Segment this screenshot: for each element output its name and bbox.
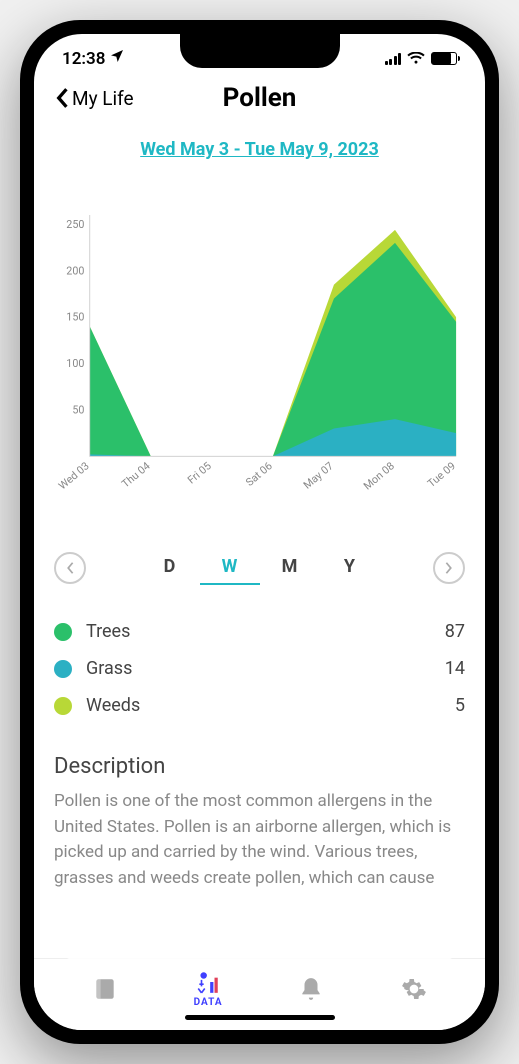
location-icon xyxy=(109,48,125,69)
prev-period-button[interactable] xyxy=(54,552,86,584)
svg-text:Thu 04: Thu 04 xyxy=(119,459,153,490)
status-time: 12:38 xyxy=(62,49,105,69)
legend-value: 14 xyxy=(445,658,465,679)
legend-dot xyxy=(54,623,72,641)
pollen-chart: 50 100 150 200 250 Wed 03 Thu 04 Fri 05 Sat 06 Ma… xyxy=(54,188,465,528)
book-icon xyxy=(92,976,118,1002)
svg-text:Fri 05: Fri 05 xyxy=(185,459,214,486)
home-indicator[interactable] xyxy=(185,1015,335,1020)
svg-text:200: 200 xyxy=(66,264,84,277)
gear-icon xyxy=(401,976,427,1002)
legend-label: Weeds xyxy=(86,695,455,716)
description-heading: Description xyxy=(54,754,465,779)
date-range-link[interactable]: Wed May 3 - Tue May 9, 2023 xyxy=(54,139,465,160)
legend-dot xyxy=(54,697,72,715)
tab-data[interactable]: DATA xyxy=(178,969,238,1008)
tab-data-label: DATA xyxy=(194,997,223,1008)
next-period-button[interactable] xyxy=(433,552,465,584)
wifi-icon xyxy=(407,52,425,65)
svg-text:150: 150 xyxy=(66,311,84,324)
svg-text:250: 250 xyxy=(66,218,84,231)
svg-text:Sat 06: Sat 06 xyxy=(243,459,275,489)
page-title: Pollen xyxy=(223,83,297,113)
period-tab-d[interactable]: D xyxy=(140,550,200,585)
cellular-icon xyxy=(385,53,402,65)
legend-label: Trees xyxy=(86,621,445,642)
legend-dot xyxy=(54,660,72,678)
period-tab-y[interactable]: Y xyxy=(320,550,380,585)
svg-text:Mon 08: Mon 08 xyxy=(361,459,397,492)
period-tab-w[interactable]: W xyxy=(200,550,260,585)
description-text: Pollen is one of the most common allerge… xyxy=(54,789,465,891)
back-label: My Life xyxy=(72,87,134,110)
legend-label: Grass xyxy=(86,658,445,679)
svg-text:May 07: May 07 xyxy=(301,459,336,491)
legend-value: 5 xyxy=(455,695,465,716)
data-icon xyxy=(195,969,221,995)
svg-text:50: 50 xyxy=(72,403,84,416)
tab-settings[interactable] xyxy=(384,976,444,1002)
back-button[interactable]: My Life xyxy=(54,87,134,110)
legend-row: Weeds5 xyxy=(54,687,465,724)
svg-text:Tue 09: Tue 09 xyxy=(425,459,458,490)
legend: Trees87Grass14Weeds5 xyxy=(54,613,465,724)
legend-row: Grass14 xyxy=(54,650,465,687)
tab-journal[interactable] xyxy=(75,976,135,1002)
svg-text:Wed 03: Wed 03 xyxy=(56,459,92,492)
bell-icon xyxy=(298,976,324,1002)
legend-row: Trees87 xyxy=(54,613,465,650)
legend-value: 87 xyxy=(445,621,465,642)
svg-text:100: 100 xyxy=(66,357,84,370)
battery-icon xyxy=(431,52,457,65)
period-tab-m[interactable]: M xyxy=(260,550,320,585)
tab-notifications[interactable] xyxy=(281,976,341,1002)
